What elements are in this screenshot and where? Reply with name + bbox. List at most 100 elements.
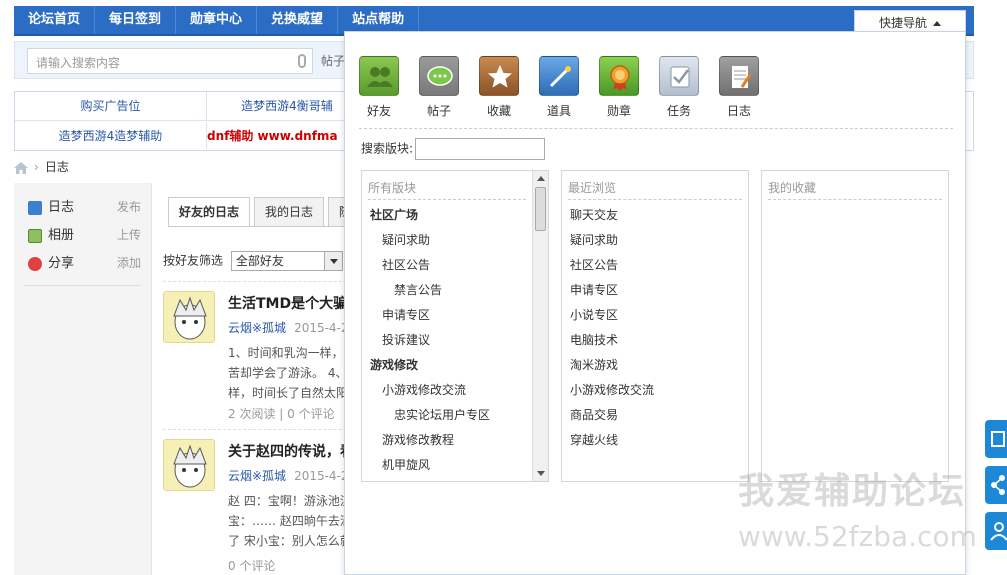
quick-icon-label: 好友 <box>366 104 391 118</box>
board-item[interactable]: 申请专区 <box>370 303 490 328</box>
quick-icon-label: 日志 <box>726 104 751 118</box>
favorite-boards-panel: 我的收藏 <box>761 170 949 482</box>
add-link[interactable]: 添加 <box>117 249 141 277</box>
sidebar-item-label: 分享 <box>48 256 75 271</box>
post-meta: 云烟※孤城 2015-4-27 <box>228 467 356 484</box>
watermark-title: 我爱辅助论坛 <box>738 471 967 512</box>
search-placeholder: 请输入搜索内容 <box>36 56 121 70</box>
search-input[interactable]: 请输入搜索内容 <box>27 48 313 74</box>
publish-link[interactable]: 发布 <box>117 193 141 221</box>
quick-icon-label: 道具 <box>546 104 571 118</box>
post-author[interactable]: 云烟※孤城 <box>228 321 286 335</box>
ad-link[interactable]: 造梦西游4衡哥辅 <box>207 92 367 121</box>
post-title[interactable]: 生活TMD是个大骗 <box>228 293 347 313</box>
home-icon[interactable] <box>14 161 28 174</box>
board-search-label: 搜索版块: <box>361 141 414 156</box>
filter-label: 按好友筛选 <box>163 253 224 268</box>
nav-help[interactable]: 站点帮助 <box>338 6 420 34</box>
sidebar-item-share[interactable]: 分享 添加 <box>14 249 151 277</box>
nav-exchange[interactable]: 兑换威望 <box>257 6 339 34</box>
sidebar-item-label: 日志 <box>48 200 75 215</box>
recent-boards-panel: 最近浏览 聊天交友 疑问求助 社区公告 申请专区 小说专区 电脑技术 淘米游戏 … <box>561 170 749 482</box>
photo-album-icon <box>28 228 42 243</box>
recent-item[interactable]: 小说专区 <box>570 303 654 328</box>
filter-value: 全部好友 <box>235 254 284 268</box>
board-item[interactable]: 游戏修改 <box>370 353 490 378</box>
medal-icon <box>599 56 639 96</box>
search-type-select[interactable]: 帖子 <box>321 52 345 69</box>
quick-medals[interactable]: 勋章 <box>599 56 639 119</box>
chat-bubble-icon <box>419 56 459 96</box>
task-check-icon <box>659 56 699 96</box>
share-button[interactable] <box>985 466 1007 504</box>
scroll-up-icon[interactable] <box>537 176 545 181</box>
recent-item[interactable]: 聊天交友 <box>570 203 654 228</box>
friend-filter: 按好友筛选 全部好友 <box>163 251 343 271</box>
ad-link[interactable]: 造梦西游4造梦辅助 <box>15 122 207 151</box>
board-item[interactable]: 投诉建议 <box>370 328 490 353</box>
avatar[interactable] <box>163 291 215 343</box>
breadcrumb: › 日志 <box>14 158 69 176</box>
board-item[interactable]: 小游戏修改交流 <box>370 378 490 403</box>
recent-item[interactable]: 疑问求助 <box>570 228 654 253</box>
board-item[interactable]: 疑问求助 <box>370 228 490 253</box>
recent-item[interactable]: 社区公告 <box>570 253 654 278</box>
quick-blog[interactable]: 日志 <box>719 56 759 119</box>
sidebar-item-blog[interactable]: 日志 发布 <box>14 193 151 221</box>
recent-item[interactable]: 小游戏修改交流 <box>570 378 654 403</box>
friend-filter-select[interactable]: 全部好友 <box>230 251 343 271</box>
tab-friends-blogs[interactable]: 好友的日志 <box>168 197 251 227</box>
tab-my-blogs[interactable]: 我的日志 <box>254 197 325 227</box>
board-item[interactable]: 禁言公告 <box>370 278 490 303</box>
boards-scrollbar[interactable] <box>532 171 548 481</box>
nav-daily-checkin[interactable]: 每日签到 <box>95 6 177 34</box>
recent-item[interactable]: 商品交易 <box>570 403 654 428</box>
scroll-down-icon[interactable] <box>537 471 545 476</box>
nav-medal-center[interactable]: 勋章中心 <box>176 6 258 34</box>
upload-link[interactable]: 上传 <box>117 221 141 249</box>
magic-wand-icon <box>539 56 579 96</box>
ad-link[interactable]: dnf辅助 www.dnfma <box>207 122 367 151</box>
board-item[interactable]: 社区公告 <box>370 253 490 278</box>
star-icon <box>479 56 519 96</box>
nav-forum-home[interactable]: 论坛首页 <box>14 6 96 34</box>
share-icon <box>991 475 1005 495</box>
tab-bar: 好友的日志 我的日志 随 <box>168 197 366 227</box>
notepad-icon <box>719 56 759 96</box>
quick-icon-label: 帖子 <box>426 104 451 118</box>
board-item[interactable]: 机甲旋风 <box>370 453 490 478</box>
sidebar-divider <box>24 285 141 286</box>
board-search: 搜索版块: <box>361 138 546 160</box>
favorite-boards-header: 我的收藏 <box>768 181 817 195</box>
quick-favorites[interactable]: 收藏 <box>479 56 519 119</box>
share-heart-icon <box>28 256 42 271</box>
breadcrumb-current: 日志 <box>44 160 69 174</box>
board-item[interactable]: 忠实论坛用户专区 <box>370 403 490 428</box>
recent-item[interactable]: 穿越火线 <box>570 428 654 453</box>
blog-icon <box>28 200 42 215</box>
microphone-icon[interactable] <box>298 54 306 68</box>
quick-tasks[interactable]: 任务 <box>659 56 699 119</box>
board-search-input[interactable] <box>415 138 546 160</box>
scroll-thumb[interactable] <box>535 187 546 231</box>
post-title[interactable]: 关于赵四的传说，看 <box>228 441 354 461</box>
ad-buy-slot[interactable]: 购买广告位 <box>15 92 207 121</box>
quick-friends[interactable]: 好友 <box>359 56 399 119</box>
float-user-button[interactable] <box>985 512 1007 550</box>
recent-item[interactable]: 申请专区 <box>570 278 654 303</box>
all-boards-panel: 所有版块 社区广场 疑问求助 社区公告 禁言公告 申请专区 投诉建议 游戏修改 … <box>361 170 549 482</box>
sidebar-item-album[interactable]: 相册 上传 <box>14 221 151 249</box>
recent-item[interactable]: 电脑技术 <box>570 328 654 353</box>
quick-posts[interactable]: 帖子 <box>419 56 459 119</box>
avatar[interactable] <box>163 439 215 491</box>
float-signin-button[interactable] <box>985 420 1007 458</box>
board-item[interactable]: 游戏修改教程 <box>370 428 490 453</box>
watermark-url: www.52fzba.com <box>738 520 977 553</box>
post-author[interactable]: 云烟※孤城 <box>228 469 286 483</box>
quick-nav-label: 快捷导航 <box>878 16 927 30</box>
board-item[interactable]: 社区广场 <box>370 203 490 228</box>
post-stats: 2 次阅读 | 0 个评论 <box>228 407 335 421</box>
quick-props[interactable]: 道具 <box>539 56 579 119</box>
recent-item[interactable]: 淘米游戏 <box>570 353 654 378</box>
chevron-down-icon <box>323 252 342 270</box>
